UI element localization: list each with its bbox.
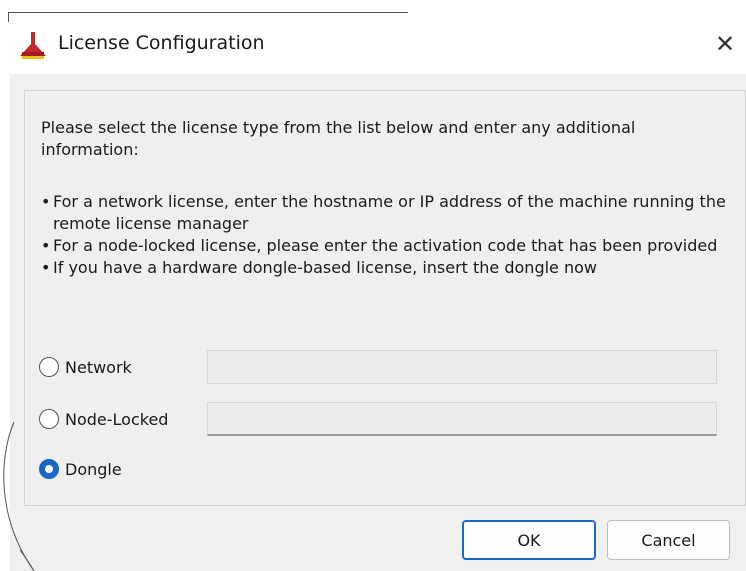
dongle-radio-option[interactable]: Dongle xyxy=(39,459,122,479)
page: License Configuration ✕ Please select th… xyxy=(0,0,746,571)
options-panel: Please select the license type from the … xyxy=(24,90,746,506)
close-button[interactable]: ✕ xyxy=(704,24,746,64)
activation-code-input[interactable] xyxy=(207,402,717,436)
node-locked-label[interactable]: Node-Locked xyxy=(65,410,168,429)
license-app-icon xyxy=(20,32,46,59)
license-dialog: License Configuration ✕ Please select th… xyxy=(10,14,746,571)
window-title: License Configuration xyxy=(58,32,265,54)
title-bar[interactable]: License Configuration ✕ xyxy=(10,14,746,74)
intro-text: Please select the license type from the … xyxy=(41,118,636,159)
instruction-dongle: If you have a hardware dongle-based lice… xyxy=(41,257,731,279)
ok-button[interactable]: OK xyxy=(462,520,596,560)
network-radio[interactable] xyxy=(39,357,59,377)
instructions-list: For a network license, enter the hostnam… xyxy=(41,191,731,279)
radio-selected-dot xyxy=(45,465,53,473)
dongle-radio[interactable] xyxy=(39,459,59,479)
cancel-button[interactable]: Cancel xyxy=(607,520,730,560)
scan-edge-top xyxy=(8,12,408,13)
network-hostname-input[interactable] xyxy=(207,350,717,384)
scan-edge-left xyxy=(8,12,9,22)
network-radio-option[interactable]: Network xyxy=(39,357,132,377)
network-label[interactable]: Network xyxy=(65,358,132,377)
dongle-label[interactable]: Dongle xyxy=(65,460,122,479)
node-locked-radio[interactable] xyxy=(39,409,59,429)
instruction-node-locked: For a node-locked license, please enter … xyxy=(41,235,731,257)
node-locked-radio-option[interactable]: Node-Locked xyxy=(39,409,168,429)
instruction-network: For a network license, enter the hostnam… xyxy=(41,191,731,235)
close-icon: ✕ xyxy=(714,30,736,58)
